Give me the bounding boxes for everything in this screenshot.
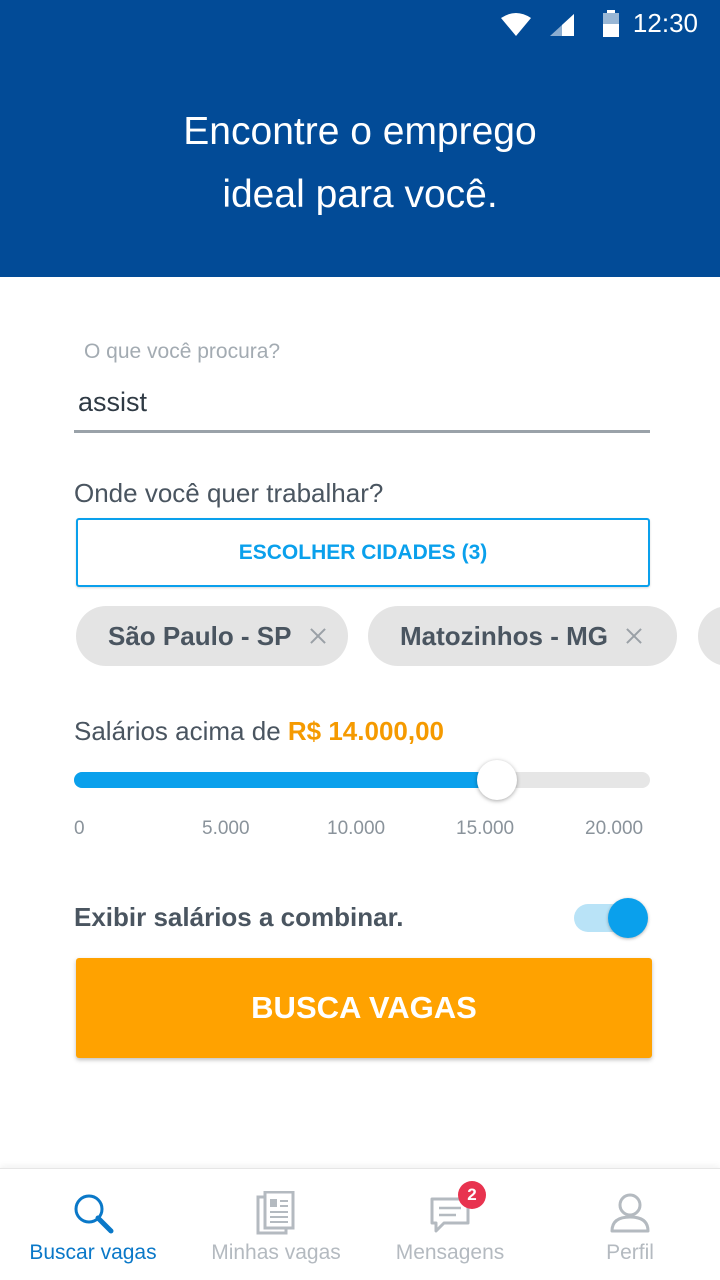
- notification-badge: 2: [458, 1181, 486, 1209]
- nav-label: Mensagens: [395, 1241, 505, 1264]
- negotiable-salary-label: Exibir salários a combinar.: [74, 902, 404, 932]
- wifi-icon: [501, 13, 531, 36]
- salary-prefix: Salários acima de: [74, 716, 281, 746]
- nav-item-mensagens[interactable]: Mensagens 2: [380, 1169, 520, 1280]
- signal-icon: [550, 14, 574, 36]
- slider-thumb[interactable]: [477, 760, 518, 800]
- close-icon[interactable]: [308, 626, 328, 646]
- headline-line-2: ideal para você.: [222, 173, 498, 216]
- nav-label: Buscar vagas: [29, 1241, 157, 1264]
- page-headline: Encontre o emprego ideal para você.: [0, 100, 720, 226]
- search-field-label: O que você procura?: [84, 340, 281, 363]
- slider-tick-label: 10.000: [327, 818, 386, 839]
- header: 12:30 Encontre o emprego ideal para você…: [0, 0, 720, 277]
- user-icon: [610, 1193, 650, 1233]
- salary-slider[interactable]: [74, 760, 650, 800]
- choose-cities-button[interactable]: ESCOLHER CIDADES (3): [76, 518, 650, 587]
- city-chip-label: Matozinhos - MG: [400, 620, 608, 651]
- slider-tick-label: 5.000: [202, 818, 250, 839]
- slider-tick-label: 15.000: [456, 818, 515, 839]
- location-label: Onde você quer trabalhar?: [74, 478, 384, 508]
- slider-tick-label: 0: [74, 818, 85, 839]
- search-input-underline: [74, 430, 650, 433]
- close-icon[interactable]: [624, 626, 644, 646]
- nav-item-minhas-vagas[interactable]: Minhas vagas: [200, 1169, 352, 1280]
- battery-icon: [603, 10, 619, 37]
- nav-label: Minhas vagas: [211, 1241, 341, 1264]
- nav-item-buscar-vagas[interactable]: Buscar vagas: [20, 1169, 166, 1280]
- city-chip-label: São Paulo - SP: [108, 620, 292, 651]
- bottom-navigation: Buscar vagas Minhas vagas Mensagens 2 Pe…: [0, 1168, 720, 1280]
- slider-fill: [74, 772, 498, 788]
- city-chip-partial[interactable]: [698, 606, 720, 666]
- nav-item-perfil[interactable]: Perfil: [580, 1169, 680, 1280]
- city-chips: São Paulo - SP Matozinhos - MG: [76, 606, 720, 666]
- city-chip-matozinhos: Matozinhos - MG: [368, 606, 677, 666]
- salary-value: R$ 14.000,00: [287, 716, 445, 746]
- negotiable-salary-toggle[interactable]: [574, 898, 650, 938]
- search-input[interactable]: [74, 378, 650, 426]
- status-time: 12:30: [632, 8, 698, 38]
- search-jobs-button[interactable]: BUSCA VAGAS: [76, 958, 652, 1058]
- headline-line-1: Encontre o emprego: [183, 110, 537, 153]
- search-icon: [74, 1194, 114, 1234]
- document-icon: [256, 1191, 295, 1235]
- city-chip-sao-paulo: São Paulo - SP: [76, 606, 348, 666]
- slider-tick-label: 20.000: [585, 818, 644, 839]
- toggle-knob: [608, 898, 648, 938]
- salary-filter-label: Salários acima de R$ 14.000,00: [74, 716, 444, 747]
- nav-label: Perfil: [606, 1241, 654, 1264]
- status-bar: 12:30: [0, 0, 720, 50]
